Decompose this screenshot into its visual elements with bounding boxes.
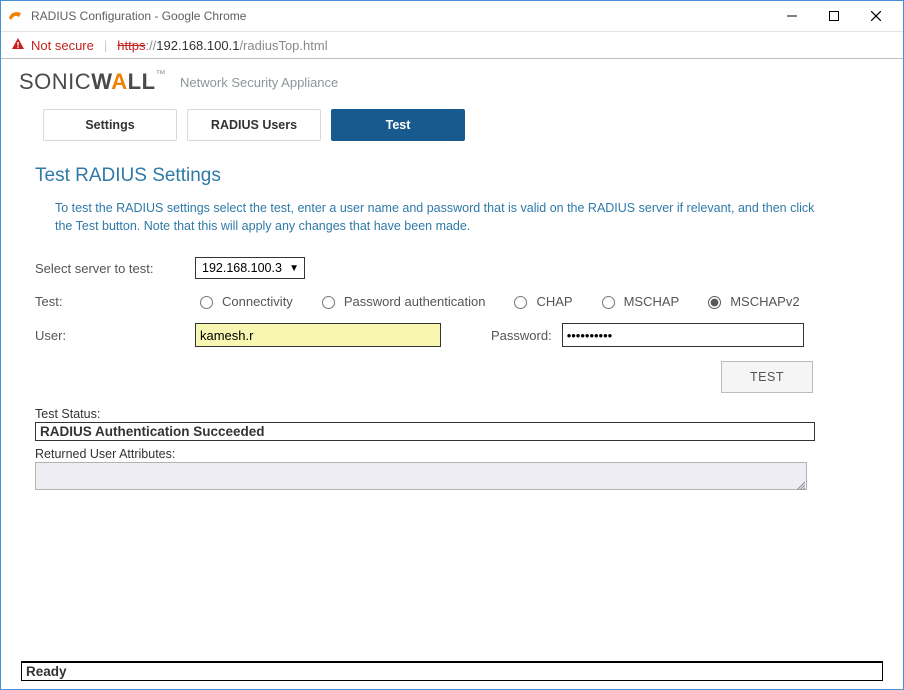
url-host: 192.168.100.1 (156, 38, 239, 53)
test-status-value: RADIUS Authentication Succeeded (35, 422, 815, 441)
test-button[interactable]: TEST (721, 361, 813, 393)
test-label: Test: (35, 294, 155, 309)
brand-subtitle: Network Security Appliance (180, 75, 338, 90)
test-type-radios: Connectivity Password authentication CHA… (195, 293, 800, 309)
radio-password-auth[interactable]: Password authentication (317, 293, 486, 309)
section-intro: To test the RADIUS settings select the t… (55, 199, 815, 235)
url-display[interactable]: https://192.168.100.1/radiusTop.html (117, 38, 327, 53)
tab-test[interactable]: Test (331, 109, 465, 141)
app-window: RADIUS Configuration - Google Chrome Not… (0, 0, 904, 690)
warning-icon (11, 37, 25, 54)
tab-radius-users[interactable]: RADIUS Users (187, 109, 321, 141)
radio-mschapv2[interactable]: MSCHAPv2 (703, 293, 799, 309)
sonicwall-logo: SONICWALL™ (19, 69, 166, 95)
brand-header: SONICWALL™ Network Security Appliance (1, 59, 903, 103)
radio-chap[interactable]: CHAP (509, 293, 572, 309)
minimize-button[interactable] (771, 2, 813, 30)
address-separator: | (104, 38, 107, 53)
url-path: /radiusTop.html (239, 38, 327, 53)
password-input[interactable] (562, 323, 804, 347)
password-label: Password: (491, 328, 552, 343)
user-label: User: (35, 328, 155, 343)
close-button[interactable] (855, 2, 897, 30)
row-credentials: User: Password: (35, 323, 869, 347)
resize-handle-icon[interactable] (795, 478, 805, 488)
sonicwall-icon (7, 7, 25, 25)
radio-connectivity[interactable]: Connectivity (195, 293, 293, 309)
url-scheme: https (117, 38, 145, 53)
server-label: Select server to test: (35, 261, 155, 276)
tab-bar: Settings RADIUS Users Test (1, 103, 903, 153)
returned-attr-box[interactable] (35, 462, 807, 490)
status-bar: Ready (21, 661, 883, 681)
server-select[interactable]: 192.168.100.3 (195, 257, 305, 279)
returned-attr-label: Returned User Attributes: (35, 447, 869, 461)
not-secure-label: Not secure (31, 38, 94, 53)
window-title: RADIUS Configuration - Google Chrome (31, 9, 771, 23)
radio-mschap[interactable]: MSCHAP (597, 293, 680, 309)
section-title: Test RADIUS Settings (35, 165, 869, 187)
address-bar: Not secure | https://192.168.100.1/radiu… (1, 32, 903, 59)
row-test-type: Test: Connectivity Password authenticati… (35, 293, 869, 309)
test-status-label: Test Status: (35, 407, 869, 421)
content-area: Test RADIUS Settings To test the RADIUS … (1, 153, 903, 661)
user-input[interactable] (195, 323, 441, 347)
url-sep: :// (145, 38, 156, 53)
status-bar-text: Ready (21, 662, 883, 681)
window-titlebar: RADIUS Configuration - Google Chrome (1, 1, 903, 32)
tab-settings[interactable]: Settings (43, 109, 177, 141)
row-select-server: Select server to test: 192.168.100.3 ▼ (35, 257, 869, 279)
maximize-button[interactable] (813, 2, 855, 30)
